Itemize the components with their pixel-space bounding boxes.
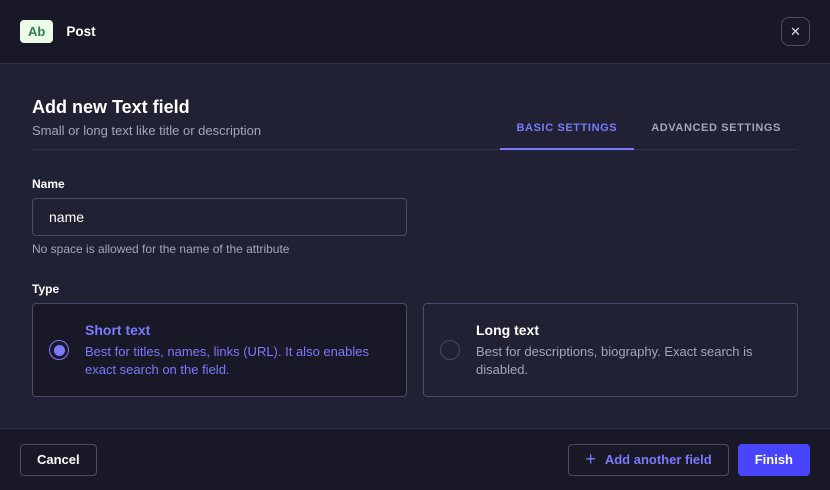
plus-icon: + bbox=[585, 450, 596, 468]
name-input[interactable] bbox=[32, 198, 407, 236]
name-helper-text: No space is allowed for the name of the … bbox=[32, 242, 798, 256]
finish-button[interactable]: Finish bbox=[738, 444, 810, 476]
close-icon: ✕ bbox=[790, 25, 801, 38]
content-type-title: Post bbox=[66, 24, 95, 39]
option-short-text[interactable]: Short text Best for titles, names, links… bbox=[32, 303, 407, 397]
heading-block: Add new Text field Small or long text li… bbox=[32, 97, 261, 149]
name-field-group: Name No space is allowed for the name of… bbox=[32, 177, 798, 256]
option-title: Long text bbox=[476, 322, 777, 338]
type-options: Short text Best for titles, names, links… bbox=[32, 303, 798, 397]
page-subtitle: Small or long text like title or descrip… bbox=[32, 123, 261, 138]
option-title: Short text bbox=[85, 322, 386, 338]
modal-footer: Cancel + Add another field Finish bbox=[0, 428, 830, 490]
radio-unselected-icon[interactable] bbox=[440, 340, 460, 360]
option-description: Best for descriptions, biography. Exact … bbox=[476, 343, 777, 378]
text-field-type-icon: Ab bbox=[20, 20, 53, 43]
modal-header: Ab Post ✕ bbox=[0, 0, 830, 64]
option-text: Short text Best for titles, names, links… bbox=[85, 322, 390, 378]
type-field-label: Type bbox=[32, 282, 798, 296]
cancel-button[interactable]: Cancel bbox=[20, 444, 97, 476]
settings-tabs: BASIC SETTINGS ADVANCED SETTINGS bbox=[500, 122, 798, 149]
footer-actions: + Add another field Finish bbox=[568, 444, 810, 476]
name-field-label: Name bbox=[32, 177, 798, 191]
option-long-text[interactable]: Long text Best for descriptions, biograp… bbox=[423, 303, 798, 397]
title-row: Add new Text field Small or long text li… bbox=[32, 64, 798, 150]
radio-dot bbox=[54, 345, 65, 356]
add-another-field-label: Add another field bbox=[605, 452, 712, 467]
tab-advanced-settings[interactable]: ADVANCED SETTINGS bbox=[634, 122, 798, 149]
type-field-group: Type Short text Best for titles, names, … bbox=[32, 282, 798, 397]
option-text: Long text Best for descriptions, biograp… bbox=[476, 322, 781, 378]
option-description: Best for titles, names, links (URL). It … bbox=[85, 343, 386, 378]
tab-basic-settings[interactable]: BASIC SETTINGS bbox=[500, 122, 635, 149]
radio-selected-icon[interactable] bbox=[49, 340, 69, 360]
add-another-field-button[interactable]: + Add another field bbox=[568, 444, 728, 476]
close-button[interactable]: ✕ bbox=[781, 17, 810, 46]
page-title: Add new Text field bbox=[32, 97, 261, 118]
modal-body: Add new Text field Small or long text li… bbox=[0, 64, 830, 397]
